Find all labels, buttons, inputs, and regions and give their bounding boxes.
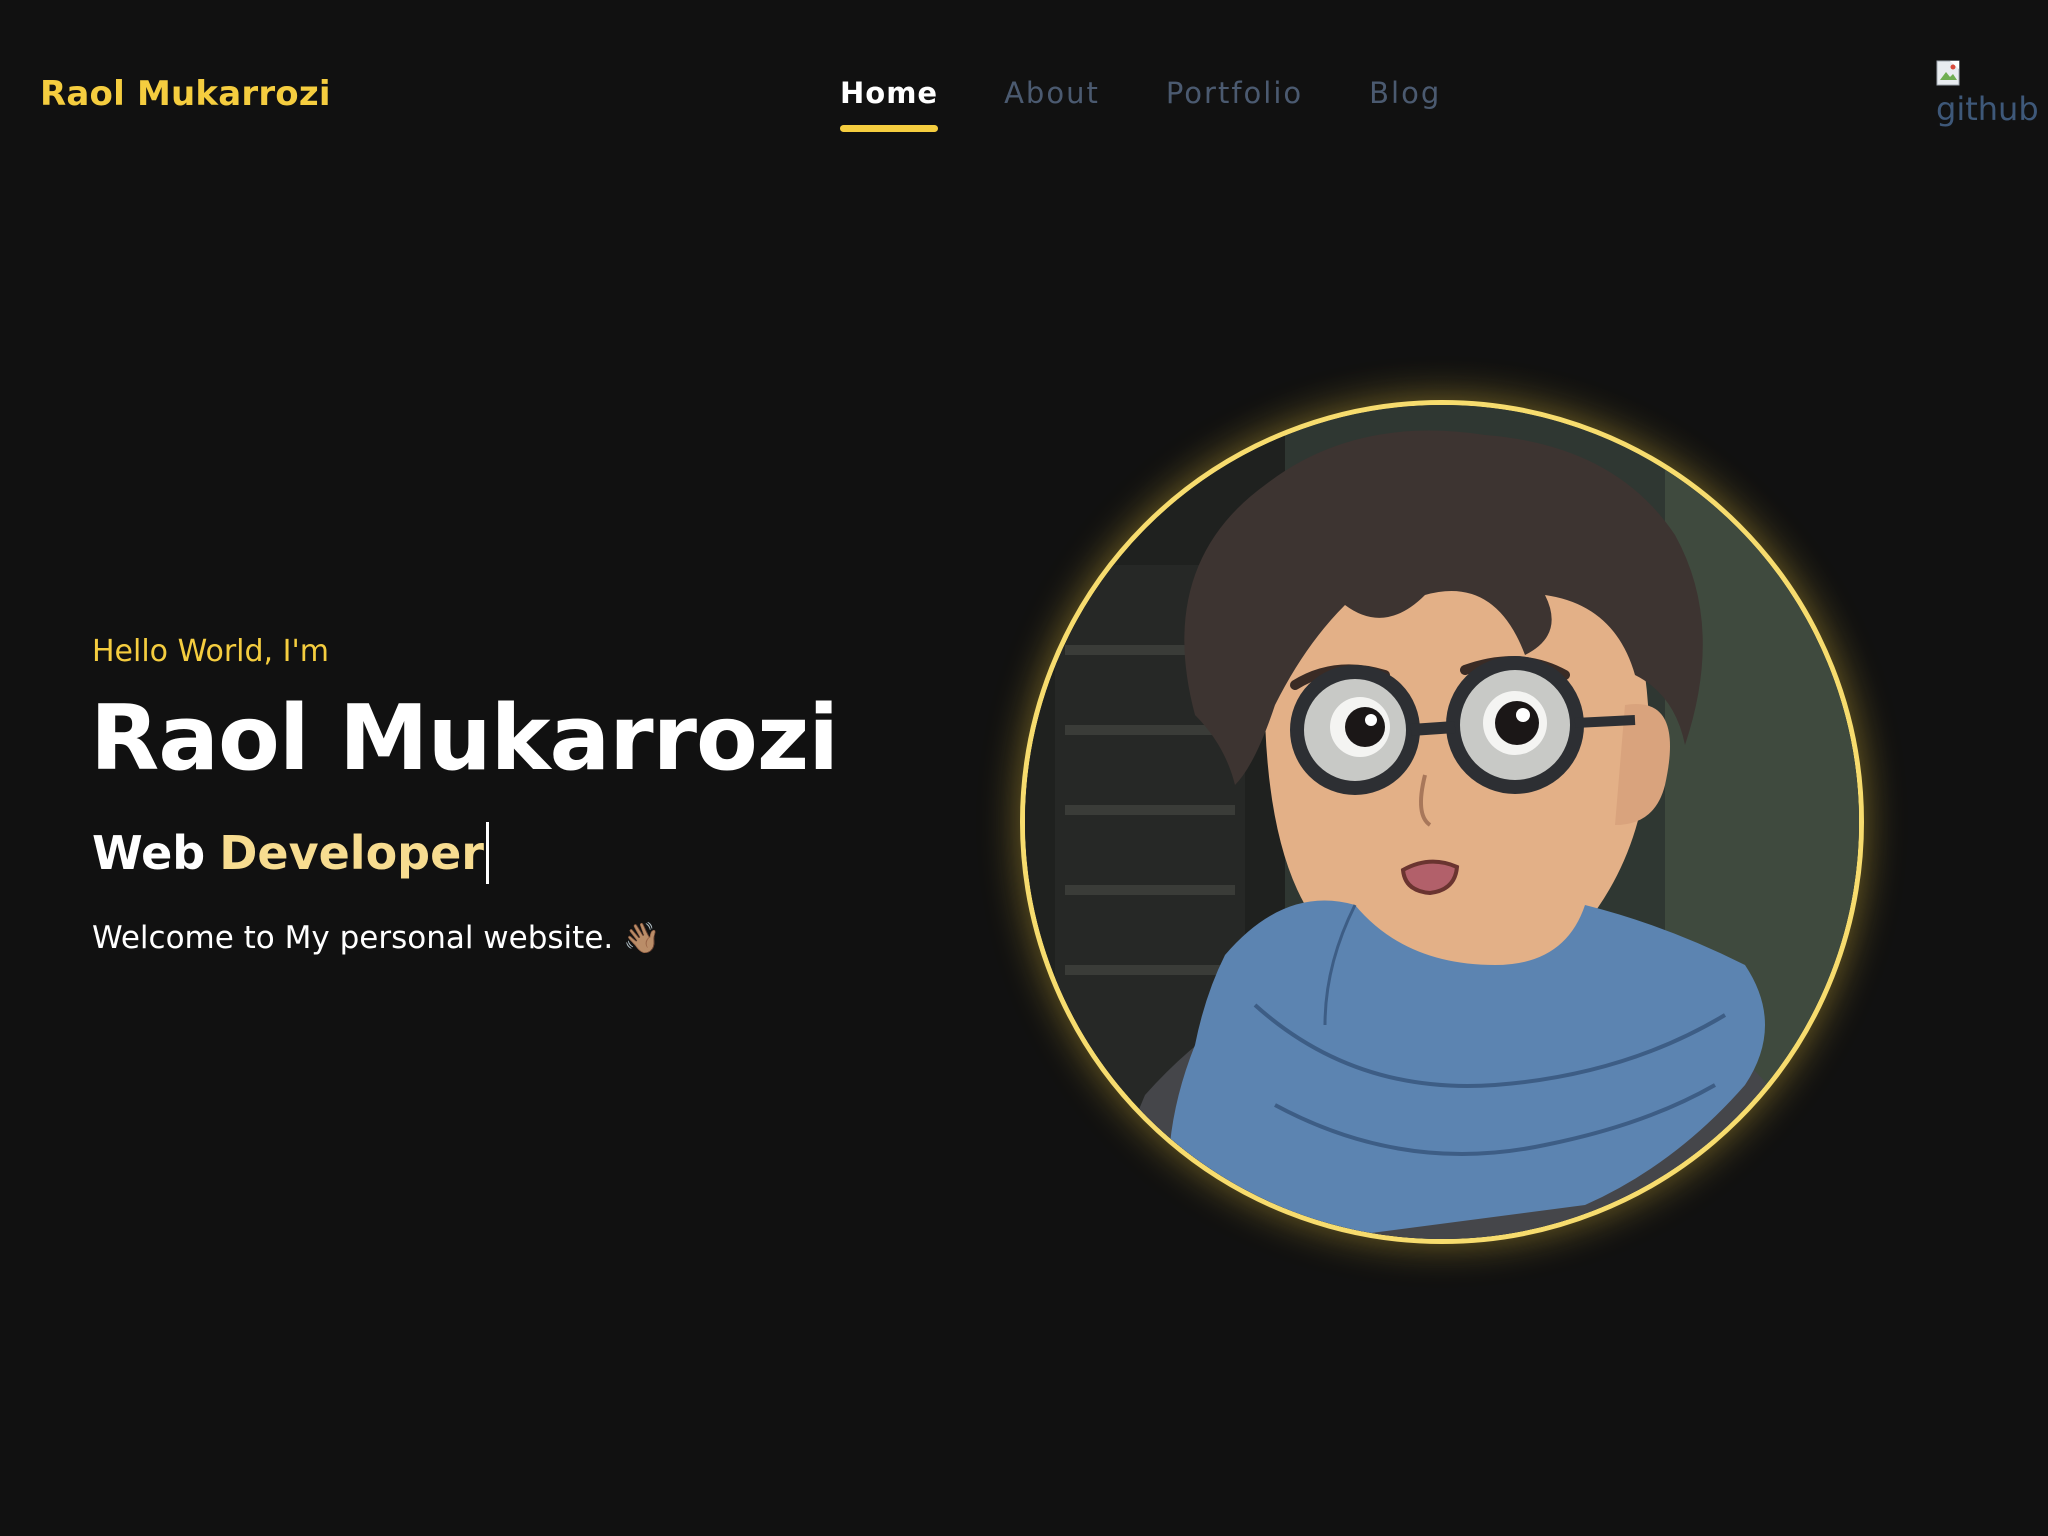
nav-item-label: Portfolio xyxy=(1165,76,1304,110)
welcome-text: Welcome to My personal website. xyxy=(92,920,614,956)
role-word-web: Web xyxy=(92,826,206,880)
github-alt-text: github xyxy=(1936,90,2039,128)
active-nav-indicator xyxy=(840,125,939,132)
nav-item-home[interactable]: Home xyxy=(840,76,939,132)
avatar-illustration xyxy=(1025,405,1859,1239)
nav-item-portfolio[interactable]: Portfolio xyxy=(1166,76,1303,110)
nav-item-label: Home xyxy=(840,76,939,110)
wave-icon: 👋🏽 xyxy=(623,920,661,956)
site-brand[interactable]: Raol Mukarrozi xyxy=(40,74,331,114)
typing-caret xyxy=(485,822,489,884)
nav-item-about[interactable]: About xyxy=(1004,76,1100,110)
page: Raol Mukarrozi Home About Portfolio Blog… xyxy=(0,0,2048,1536)
nav-item-label: Blog xyxy=(1369,76,1442,110)
nav-item-blog[interactable]: Blog xyxy=(1369,76,1441,110)
nav-item-label: About xyxy=(1004,76,1100,110)
github-link[interactable]: github xyxy=(1936,60,2042,128)
main-nav: Home About Portfolio Blog xyxy=(840,76,1441,132)
broken-image-icon xyxy=(1936,60,1960,86)
hero-role: Web Developer xyxy=(92,822,489,884)
hero-welcome: Welcome to My personal website. 👋🏽 xyxy=(92,920,661,956)
avatar xyxy=(1020,400,1864,1244)
hero-name: Raol Mukarrozi xyxy=(90,686,839,791)
role-word-developer: Developer xyxy=(219,826,484,880)
hero-greeting: Hello World, I'm xyxy=(92,634,329,669)
